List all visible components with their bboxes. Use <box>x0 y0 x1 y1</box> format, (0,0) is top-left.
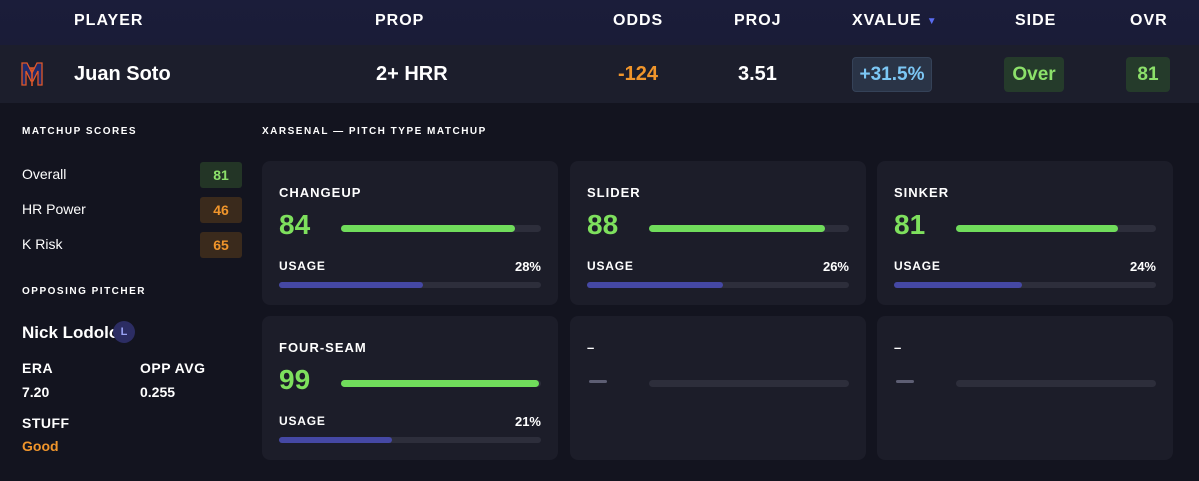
empty-score-dash <box>896 380 914 383</box>
pitch-name: CHANGEUP <box>279 185 362 200</box>
side-badge: Over <box>1004 57 1064 92</box>
usage-bar-fill <box>279 282 424 288</box>
opp-avg-label: OPP AVG <box>140 360 206 376</box>
opp-avg-value: 0.255 <box>140 384 176 400</box>
header-odds[interactable]: ODDS <box>613 12 663 30</box>
score-badge-overall: 81 <box>200 162 242 188</box>
xvalue-badge: +31.5% <box>852 57 932 92</box>
player-name[interactable]: Juan Soto <box>74 63 171 86</box>
usage-bar-fill <box>894 282 1023 288</box>
era-value: 7.20 <box>22 384 50 400</box>
ovr-badge: 81 <box>1126 57 1170 92</box>
pitch-score-bar-fill <box>649 225 825 232</box>
odds-value: -124 <box>618 63 659 85</box>
pitch-card-four-seam[interactable]: FOUR-SEAM 99 USAGE 21% <box>262 316 558 460</box>
proj-value: 3.51 <box>738 63 777 85</box>
pitch-score-bar <box>649 380 849 387</box>
usage-label: USAGE <box>279 414 326 428</box>
usage-label: USAGE <box>279 259 326 273</box>
usage-bar-fill <box>279 437 392 443</box>
mets-logo-icon <box>21 62 43 86</box>
score-label-hr-power: HR Power <box>22 201 86 217</box>
usage-value: 28% <box>514 259 541 274</box>
pitch-score: 88 <box>587 209 619 240</box>
stuff-label: STUFF <box>22 415 70 431</box>
header-prop[interactable]: PROP <box>375 12 424 30</box>
usage-value: 26% <box>822 259 849 274</box>
header-proj[interactable]: PROJ <box>734 12 782 30</box>
pitch-score-bar <box>341 225 541 232</box>
player-row[interactable]: Juan Soto 2+ HRR -124 3.51 +31.5% Over 8… <box>0 45 1199 103</box>
usage-bar <box>587 282 849 288</box>
pitch-name: SLIDER <box>587 185 641 200</box>
pitch-score-bar-fill <box>341 380 539 387</box>
score-badge-k-risk: 65 <box>200 232 242 258</box>
xarsenal-title: XARSENAL — PITCH TYPE MATCHUP <box>262 126 487 137</box>
pitch-card-empty: – <box>877 316 1173 460</box>
pitch-name: – <box>894 340 903 355</box>
usage-value: 21% <box>514 414 541 429</box>
header-player[interactable]: PLAYER <box>74 12 143 30</box>
prop-value: 2+ HRR <box>376 63 448 85</box>
score-label-k-risk: K Risk <box>22 236 63 252</box>
table-header: PLAYER PROP ODDS PROJ XVALUE ▼ SIDE OVR <box>0 0 1199 45</box>
usage-label: USAGE <box>587 259 634 273</box>
pitcher-name[interactable]: Nick Lodolo <box>22 323 119 343</box>
pitch-score-bar-fill <box>956 225 1118 232</box>
pitch-score-bar <box>341 380 541 387</box>
score-label-overall: Overall <box>22 166 67 182</box>
pitch-card-slider[interactable]: SLIDER 88 USAGE 26% <box>570 161 866 305</box>
usage-label: USAGE <box>894 259 941 273</box>
header-xvalue[interactable]: XVALUE ▼ <box>852 12 938 30</box>
header-ovr[interactable]: OVR <box>1130 12 1168 30</box>
pitch-score-bar-fill <box>341 225 515 232</box>
header-side[interactable]: SIDE <box>1015 12 1056 30</box>
pitch-card-empty: – <box>570 316 866 460</box>
pitch-card-changeup[interactable]: CHANGEUP 84 USAGE 28% <box>262 161 558 305</box>
score-badge-hr-power: 46 <box>200 197 242 223</box>
usage-bar <box>894 282 1156 288</box>
pitcher-hand-badge: L <box>113 321 135 343</box>
empty-score-dash <box>589 380 607 383</box>
header-xvalue-label: XVALUE <box>852 12 922 29</box>
pitch-score: 81 <box>894 209 926 240</box>
stuff-value: Good <box>22 438 59 454</box>
matchup-scores-title: MATCHUP SCORES <box>22 126 138 137</box>
usage-bar <box>279 437 541 443</box>
era-label: ERA <box>22 360 54 376</box>
pitch-score-bar <box>956 225 1156 232</box>
pitch-score-bar <box>956 380 1156 387</box>
sort-desc-icon[interactable]: ▼ <box>927 16 938 27</box>
usage-bar-fill <box>587 282 724 288</box>
usage-value: 24% <box>1129 259 1156 274</box>
pitch-score-bar <box>649 225 849 232</box>
opposing-pitcher-title: OPPOSING PITCHER <box>22 286 147 297</box>
pitch-card-sinker[interactable]: SINKER 81 USAGE 24% <box>877 161 1173 305</box>
pitch-score: 84 <box>279 209 311 240</box>
pitch-name: SINKER <box>894 185 950 200</box>
pitch-name: – <box>587 340 596 355</box>
usage-bar <box>279 282 541 288</box>
pitch-score: 99 <box>279 364 311 395</box>
pitch-name: FOUR-SEAM <box>279 340 367 355</box>
